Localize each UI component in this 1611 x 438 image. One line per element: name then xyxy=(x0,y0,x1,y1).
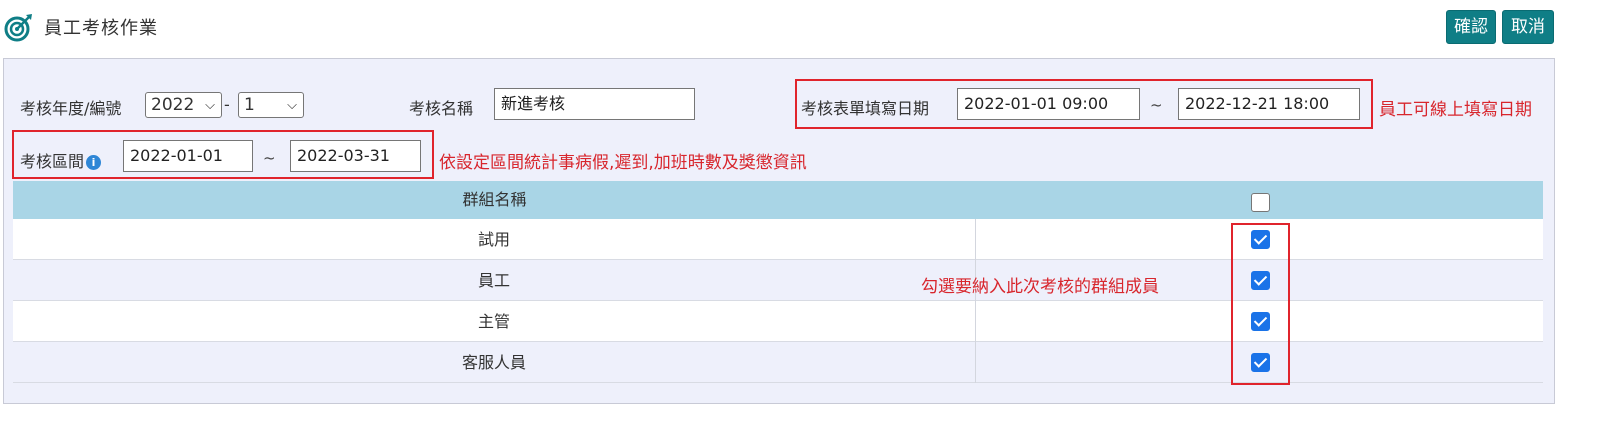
fill-date-start-input[interactable]: 2022-01-01 09:00 xyxy=(957,88,1140,120)
year-number-label: 考核年度/編號 xyxy=(20,99,122,118)
page-header: 員工考核作業 確認 取消 xyxy=(0,0,1611,56)
group-name-cell: 試用 xyxy=(13,219,976,260)
group-name-cell: 員工 xyxy=(13,260,976,301)
groups-note: 勾選要納入此次考核的群組成員 xyxy=(921,277,1159,297)
group-name-cell: 主管 xyxy=(13,301,976,342)
target-arrow-icon xyxy=(4,14,32,42)
assessment-name-label: 考核名稱 xyxy=(409,99,474,118)
group-name-header: 群組名稱 xyxy=(462,190,527,209)
year-select-value: 2022 xyxy=(151,95,195,115)
chevron-down-icon: ⌵ xyxy=(205,98,215,113)
period-end-input[interactable]: 2022-03-31 xyxy=(290,140,421,172)
number-select-value: 1 xyxy=(244,95,255,115)
period-label-wrap: 考核區間 i xyxy=(20,148,102,172)
group-name-cell: 客服人員 xyxy=(13,342,976,383)
checkbox-highlight-box xyxy=(1231,223,1290,385)
fill-date-tilde: ~ xyxy=(1150,96,1163,114)
assessment-name-input[interactable]: 新進考核 xyxy=(494,88,695,120)
page-title: 員工考核作業 xyxy=(44,18,158,39)
info-icon[interactable]: i xyxy=(86,155,102,170)
table-row: 客服人員 xyxy=(13,342,1543,383)
table-row: 主管 xyxy=(13,301,1543,342)
table-header: 群組名稱 xyxy=(13,181,1543,219)
select-all-checkbox[interactable] xyxy=(1251,193,1270,212)
fill-date-note: 員工可線上填寫日期 xyxy=(1379,100,1532,120)
period-label: 考核區間 xyxy=(20,152,85,171)
cancel-button[interactable]: 取消 xyxy=(1502,10,1554,44)
number-select[interactable]: 1 ⌵ xyxy=(238,92,304,118)
period-note: 依設定區間統計事病假,遲到,加班時數及獎懲資訊 xyxy=(439,153,807,173)
table-row: 試用 xyxy=(13,219,1543,260)
year-number-separator: - xyxy=(224,95,230,114)
period-tilde: ~ xyxy=(263,149,276,167)
table-row: 員工 xyxy=(13,260,1543,301)
fill-date-end-input[interactable]: 2022-12-21 18:00 xyxy=(1178,88,1360,120)
chevron-down-icon: ⌵ xyxy=(287,98,297,113)
confirm-button[interactable]: 確認 xyxy=(1446,10,1496,44)
year-select[interactable]: 2022 ⌵ xyxy=(145,92,222,118)
fill-date-label: 考核表單填寫日期 xyxy=(801,99,930,118)
period-start-input[interactable]: 2022-01-01 xyxy=(123,140,253,172)
